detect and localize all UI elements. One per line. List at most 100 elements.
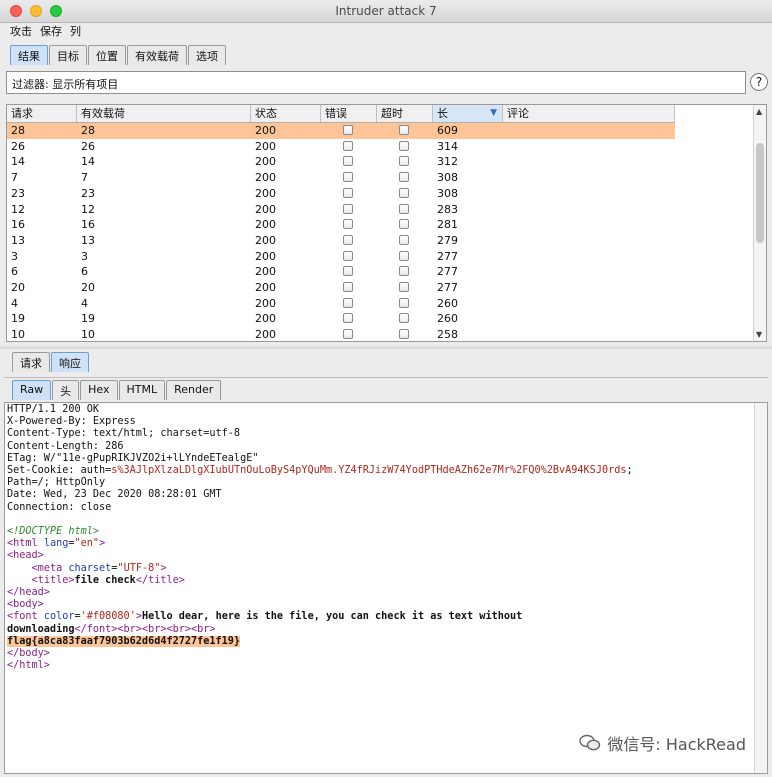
timeout-checkbox	[399, 313, 409, 324]
tab-headers[interactable]: 头	[52, 380, 80, 400]
table-row[interactable]: 14 14 200 312	[7, 154, 675, 170]
doctype: <!DOCTYPE html>	[7, 526, 100, 538]
col-length[interactable]: 长 ▼	[433, 105, 503, 122]
watermark-text: 微信号: HackRead	[607, 735, 746, 754]
window-titlebar: Intruder attack 7	[0, 0, 772, 23]
table-row[interactable]: 19 19 200 260	[7, 311, 675, 327]
body-text: Hello dear, here is the file, you can ch…	[141, 611, 523, 623]
cell-status: 200	[255, 233, 276, 247]
error-checkbox	[343, 156, 353, 167]
cell-request: 19	[11, 312, 25, 326]
cell-request: 10	[11, 328, 25, 342]
table-row[interactable]: 6 6 200 277	[7, 264, 675, 280]
error-checkbox	[343, 203, 353, 214]
timeout-checkbox	[399, 297, 409, 308]
error-checkbox	[343, 329, 353, 340]
cell-request: 3	[11, 249, 18, 263]
filter-bar[interactable]: 过滤器: 显示所有项目	[6, 71, 746, 94]
header-line: Content-Type: text/html; charset=utf-8	[7, 428, 241, 440]
tab-hex[interactable]: Hex	[80, 380, 118, 400]
cell-status: 200	[255, 139, 276, 153]
cell-status: 200	[255, 249, 276, 263]
scroll-down-icon[interactable]: ▼	[756, 330, 762, 339]
col-comment[interactable]: 评论	[503, 105, 675, 122]
error-checkbox	[343, 125, 353, 135]
split-divider[interactable]	[0, 346, 772, 349]
table-row[interactable]: 4 4 200 260	[7, 296, 675, 312]
cell-payload: 13	[81, 233, 95, 247]
cell-payload: 20	[81, 281, 95, 294]
col-status[interactable]: 状态	[251, 105, 321, 122]
col-payload[interactable]: 有效载荷	[77, 105, 251, 122]
menu-bar: 攻击 保存 列	[0, 23, 81, 41]
tab-target[interactable]: 目标	[49, 45, 87, 65]
cookie-name: Set-Cookie: auth	[7, 465, 106, 477]
response-viewer[interactable]: HTTP/1.1 200 OK X-Powered-By: Express Co…	[4, 402, 768, 774]
sort-descending-icon: ▼	[490, 108, 497, 118]
cell-status: 200	[255, 186, 276, 200]
tab-html[interactable]: HTML	[118, 380, 166, 400]
timeout-checkbox	[399, 219, 409, 230]
wechat-icon	[579, 734, 601, 751]
table-scrollbar[interactable]: ▲ ▼	[753, 105, 766, 341]
cell-payload: 28	[81, 124, 95, 137]
results-table: 请求 有效载荷 状态 错误 超时 长 ▼ 评论 28 28 200 609 26 26 20…	[6, 104, 767, 342]
response-scrollbar[interactable]	[754, 403, 767, 773]
menu-columns[interactable]: 列	[70, 23, 81, 41]
cell-status: 200	[255, 155, 276, 169]
header-line: Date: Wed, 23 Dec 2020 08:28:01 GMT	[7, 489, 222, 501]
body-text: downloading	[7, 623, 75, 635]
cell-request: 14	[11, 155, 25, 169]
meta-charset: UTF-8	[123, 562, 155, 574]
table-row[interactable]: 23 23 200 308	[7, 186, 675, 202]
help-icon[interactable]: ?	[750, 73, 768, 91]
timeout-checkbox	[399, 187, 409, 198]
timeout-checkbox	[399, 250, 409, 261]
table-row[interactable]: 10 10 200 258	[7, 327, 675, 342]
table-row[interactable]: 28 28 200 609	[7, 123, 675, 139]
table-row[interactable]: 7 7 200 308	[7, 170, 675, 186]
table-row[interactable]: 12 12 200 283	[7, 202, 675, 218]
error-checkbox	[343, 313, 353, 324]
table-row[interactable]: 13 13 200 279	[7, 233, 675, 249]
menu-attack[interactable]: 攻击	[10, 23, 32, 41]
message-tabs: 请求 响应	[12, 352, 90, 372]
cell-length: 260	[437, 312, 458, 326]
tab-options[interactable]: 选项	[188, 45, 226, 65]
col-timeout[interactable]: 超时	[377, 105, 433, 122]
tab-request[interactable]: 请求	[12, 352, 50, 372]
error-checkbox	[343, 250, 353, 261]
cell-length: 260	[437, 296, 458, 310]
cell-request: 16	[11, 218, 25, 232]
error-checkbox	[343, 266, 353, 277]
tab-payloads[interactable]: 有效载荷	[127, 45, 187, 65]
cell-request: 6	[11, 265, 18, 279]
cell-payload: 4	[81, 296, 88, 310]
tab-response[interactable]: 响应	[51, 352, 89, 372]
cookie-value: s%3AJlpXlzaLDlgXIubUTnOuLoByS4pYQuMm.YZ4…	[111, 465, 627, 477]
cell-status: 200	[255, 312, 276, 326]
cell-length: 283	[437, 202, 458, 216]
tab-results[interactable]: 结果	[10, 45, 48, 65]
cell-length: 281	[437, 218, 458, 232]
cell-payload: 23	[81, 186, 95, 200]
table-scroll-thumb[interactable]	[756, 143, 764, 243]
tab-raw[interactable]: Raw	[12, 380, 52, 400]
table-row[interactable]: 20 20 200 277	[7, 280, 675, 296]
page-title-text: file check	[74, 574, 136, 586]
tab-positions[interactable]: 位置	[88, 45, 126, 65]
timeout-checkbox	[399, 140, 409, 151]
view-tabs: Raw 头 Hex HTML Render	[12, 380, 222, 400]
table-row[interactable]: 16 16 200 281	[7, 217, 675, 233]
timeout-checkbox	[399, 266, 409, 277]
tab-render[interactable]: Render	[166, 380, 222, 400]
col-error[interactable]: 错误	[321, 105, 377, 122]
menu-save[interactable]: 保存	[40, 23, 62, 41]
col-request[interactable]: 请求	[7, 105, 77, 122]
scroll-up-icon[interactable]: ▲	[756, 107, 762, 116]
table-row[interactable]: 26 26 200 314	[7, 139, 675, 155]
cell-request: 28	[11, 124, 25, 137]
cell-status: 200	[255, 171, 276, 185]
table-row[interactable]: 3 3 200 277	[7, 249, 675, 265]
cell-length: 308	[437, 171, 458, 185]
